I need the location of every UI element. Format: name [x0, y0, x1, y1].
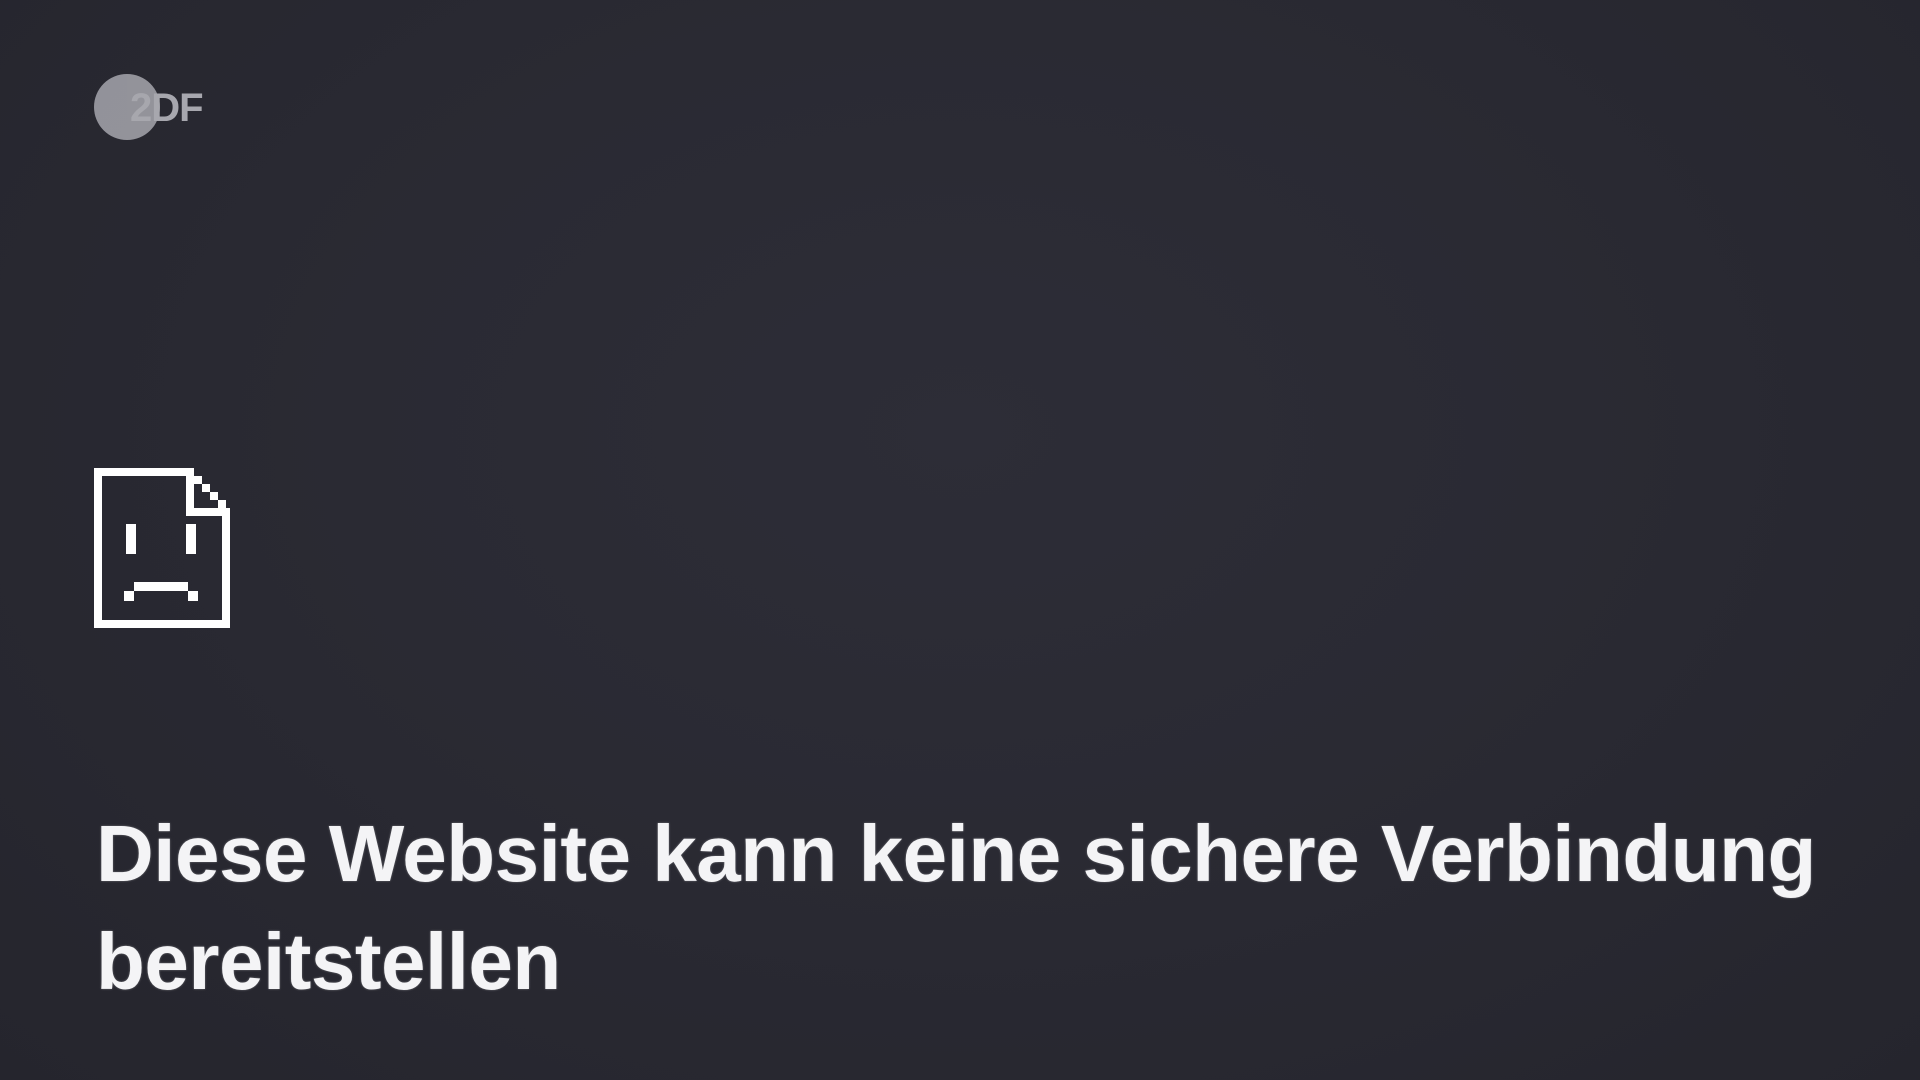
zdf-logo-wordmark: 2DF: [130, 86, 204, 130]
sad-document-icon: [94, 468, 230, 628]
zdf-logo: 2DF: [92, 72, 222, 144]
error-heading: Diese Website kann keine sichere Verbind…: [96, 809, 1816, 1006]
